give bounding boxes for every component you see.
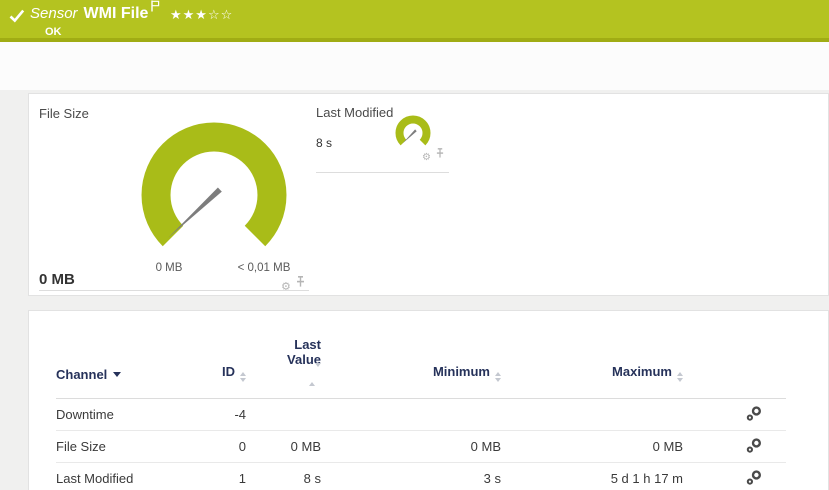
cell-channel: Downtime xyxy=(56,399,206,431)
sort-arrows-icon xyxy=(240,372,246,382)
stars-empty: ☆☆ xyxy=(208,7,233,22)
cell-actions xyxy=(683,463,786,490)
table-header-row: Channel ID Last Value Minimum Maximum xyxy=(56,311,786,399)
column-header-channel[interactable]: Channel xyxy=(56,311,206,399)
column-header-maximum[interactable]: Maximum xyxy=(501,311,683,399)
column-header-last-value[interactable]: Last Value xyxy=(246,311,321,399)
gauge-scale-max: < 0,01 MB xyxy=(223,262,305,274)
pin-icon[interactable] xyxy=(436,145,444,163)
sort-arrows-icon xyxy=(677,372,683,382)
cell-id: 0 xyxy=(206,431,246,463)
cell-maximum: 5 d 1 h 17 m xyxy=(501,463,683,490)
cell-minimum: 3 s xyxy=(321,463,501,490)
prtg-sensor-page: SensorWMI File ★★★☆☆ OK Overview xyxy=(0,0,829,490)
channel-settings-icon[interactable] xyxy=(746,410,762,425)
tile-divider xyxy=(39,290,309,291)
cell-last-value xyxy=(246,399,321,431)
gauge-needle xyxy=(168,188,222,239)
channel-table: Channel ID Last Value Minimum Maximum xyxy=(56,311,786,490)
cell-channel: File Size xyxy=(56,431,206,463)
file-size-gauge xyxy=(134,111,294,271)
flag-icon[interactable] xyxy=(151,0,160,17)
table-row-last-modified[interactable]: Last Modified 1 8 s 3 s 5 d 1 h 17 m xyxy=(56,463,786,490)
sensor-name: WMI File xyxy=(84,5,149,22)
channel-table-panel: Channel ID Last Value Minimum Maximum xyxy=(28,310,829,490)
tab-bar: Overview Live Data 2 days 30 days xyxy=(0,42,829,90)
column-label: Maximum xyxy=(612,364,672,379)
gauge-title-file-size: File Size xyxy=(39,106,89,121)
tile-actions: ⚙ xyxy=(422,145,444,163)
sensor-status-header: Sensor WMI File ★★★☆☆ OK xyxy=(0,0,829,42)
last-modified-current-value: 8 s xyxy=(316,136,332,150)
table-row-file-size[interactable]: File Size 0 0 MB 0 MB 0 MB xyxy=(56,431,786,463)
stars-filled: ★★★ xyxy=(170,7,208,22)
column-header-minimum[interactable]: Minimum xyxy=(321,311,501,399)
table-row-downtime[interactable]: Downtime -4 xyxy=(56,399,786,431)
cell-id: 1 xyxy=(206,463,246,490)
cell-last-value: 0 MB xyxy=(246,431,321,463)
sort-arrows-icon xyxy=(495,372,501,382)
file-size-current-value: 0 MB xyxy=(39,271,75,288)
gear-icon[interactable]: ⚙ xyxy=(422,153,431,163)
priority-stars[interactable]: ★★★☆☆ xyxy=(170,7,233,23)
column-label: ID xyxy=(222,364,235,379)
cell-actions xyxy=(683,431,786,463)
cell-last-value: 8 s xyxy=(246,463,321,490)
cell-maximum xyxy=(501,399,683,431)
channel-settings-icon[interactable] xyxy=(746,474,762,489)
column-header-id[interactable]: ID xyxy=(206,311,246,399)
channel-settings-icon[interactable] xyxy=(746,442,762,457)
status-badge: OK xyxy=(45,26,62,38)
gauge-needle xyxy=(403,129,417,143)
sort-arrows-icon xyxy=(251,367,321,382)
cell-maximum: 0 MB xyxy=(501,431,683,463)
cell-minimum: 0 MB xyxy=(321,431,501,463)
column-label: Last xyxy=(246,337,321,352)
column-label: Value xyxy=(246,352,321,367)
column-label: Minimum xyxy=(433,364,490,379)
cell-channel: Last Modified xyxy=(56,463,206,490)
status-ok-check-icon xyxy=(9,9,25,28)
overview-gauges-panel: File Size 0 MB < 0,01 MB 0 MB ⚙ Last Mod… xyxy=(28,93,829,296)
gauge-scale-min: 0 MB xyxy=(139,262,199,274)
page-title: Sensor WMI File xyxy=(30,5,160,23)
gauge-title-last-modified: Last Modified xyxy=(316,105,393,120)
sensor-type-label: Sensor xyxy=(30,5,78,22)
column-header-actions xyxy=(683,311,786,399)
column-label-line2: Value xyxy=(246,352,321,382)
sort-caret-icon xyxy=(113,372,121,377)
cell-actions xyxy=(683,399,786,431)
tile-divider xyxy=(316,172,449,173)
cell-id: -4 xyxy=(206,399,246,431)
cell-minimum xyxy=(321,399,501,431)
column-label: Channel xyxy=(56,367,107,382)
